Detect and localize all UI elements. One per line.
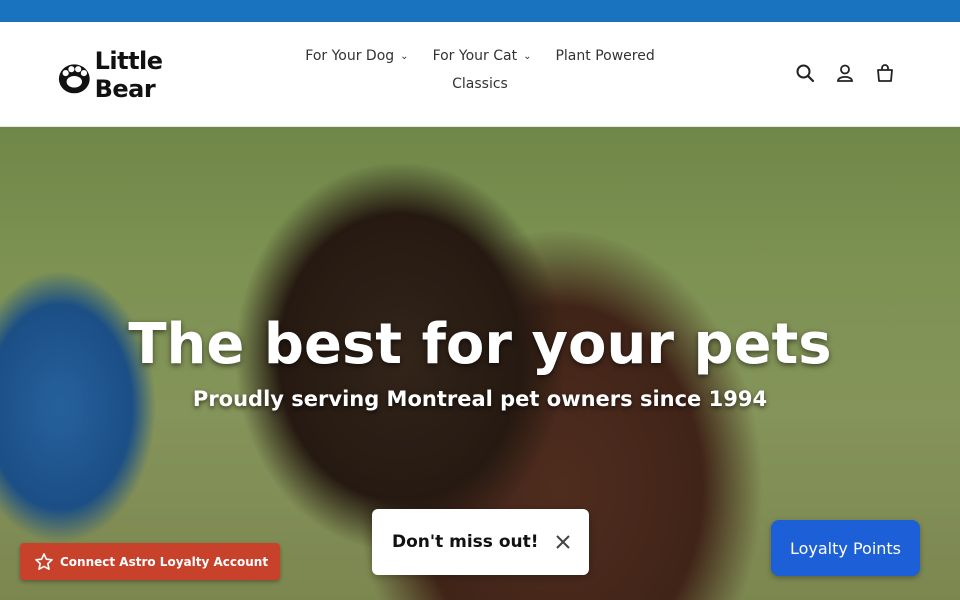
connect-astro-loyalty-button[interactable]: Connect Astro Loyalty Account: [20, 543, 280, 580]
chevron-down-icon: ⌄: [523, 50, 532, 62]
hero-title: The best for your pets: [128, 312, 832, 377]
cart-button[interactable]: [874, 62, 896, 84]
chevron-down-icon: ⌄: [400, 50, 409, 62]
account-icon: [837, 64, 853, 82]
search-button[interactable]: [794, 62, 816, 84]
loyalty-points-button[interactable]: Loyalty Points: [771, 520, 920, 576]
nav-item-label: Plant Powered: [555, 48, 655, 64]
popup-text: Don't miss out!: [392, 532, 539, 552]
nav-item-plant-powered[interactable]: Plant Powered: [543, 46, 666, 66]
brand-logo[interactable]: Little Bear: [56, 47, 226, 103]
paw-icon: [58, 64, 90, 94]
nav-item-for-your-dog[interactable]: For Your Dog ⌄: [293, 46, 420, 66]
nav-item-label: For Your Dog: [305, 48, 395, 64]
star-icon: [35, 552, 53, 570]
account-button[interactable]: [834, 62, 856, 84]
close-icon: [555, 535, 570, 549]
header-actions: [794, 62, 896, 84]
site-header: Little Bear For Your Dog ⌄ For Your Cat …: [0, 22, 960, 127]
nav-item-for-your-cat[interactable]: For Your Cat ⌄: [421, 46, 544, 66]
nav-item-label: Classics: [452, 76, 508, 92]
nav-item-classics[interactable]: Classics: [440, 74, 520, 94]
hero-subtitle: Proudly serving Montreal pet owners sinc…: [192, 387, 768, 411]
brand-name: Little Bear: [94, 47, 163, 103]
loyalty-button-label: Loyalty Points: [789, 538, 902, 558]
dont-miss-out-popup[interactable]: Don't miss out!: [372, 509, 589, 575]
announcement-bar: [0, 0, 960, 22]
astro-button-label: Connect Astro Loyalty Account: [60, 554, 269, 569]
nav-item-label: For Your Cat: [432, 48, 518, 64]
search-icon: [796, 64, 815, 83]
popup-close-button[interactable]: [553, 532, 573, 552]
main-nav: For Your Dog ⌄ For Your Cat ⌄ Plant Powe…: [270, 46, 690, 94]
cart-icon: [877, 64, 893, 82]
